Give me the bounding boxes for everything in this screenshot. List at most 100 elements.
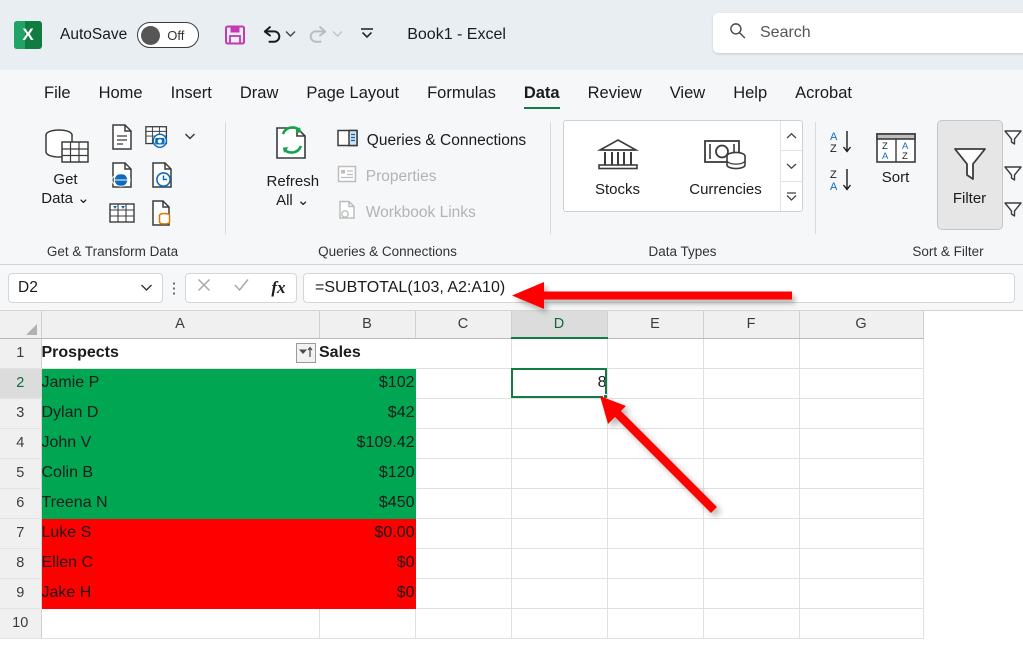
clear-filter-button[interactable]: [1003, 128, 1023, 151]
search-box[interactable]: Search: [713, 13, 1023, 53]
row-header-9[interactable]: 9: [0, 578, 42, 609]
sort-button[interactable]: Z A A Z Sort: [866, 118, 926, 187]
cell-a7[interactable]: Luke S: [41, 518, 320, 549]
filter-sorted-ascending-icon[interactable]: [296, 342, 316, 363]
select-all-corner[interactable]: [0, 311, 42, 339]
cell-d2[interactable]: 8: [511, 368, 608, 399]
cell-a5[interactable]: Colin B: [41, 458, 320, 489]
cell-e8[interactable]: [607, 548, 704, 579]
stocks-button[interactable]: Stocks: [564, 121, 672, 211]
cell-d3[interactable]: [511, 398, 608, 429]
column-header-b[interactable]: B: [319, 311, 416, 339]
customize-quick-access-toolbar-button[interactable]: [357, 26, 377, 45]
cancel-icon[interactable]: [196, 277, 212, 298]
cell-c10[interactable]: [415, 608, 512, 639]
cell-c6[interactable]: [415, 488, 512, 519]
redo-button[interactable]: [300, 18, 336, 52]
tab-data[interactable]: Data: [510, 84, 574, 112]
scroll-up-button[interactable]: [781, 121, 802, 150]
cell-e1[interactable]: [607, 338, 704, 369]
cell-f10[interactable]: [703, 608, 800, 639]
cell-c9[interactable]: [415, 578, 512, 609]
cell-c1[interactable]: [415, 338, 512, 369]
tab-file[interactable]: File: [30, 84, 85, 112]
autosave-toggle[interactable]: Off: [137, 22, 200, 48]
reapply-filter-button[interactable]: [1003, 164, 1023, 187]
cell-e4[interactable]: [607, 428, 704, 459]
recent-sources-button[interactable]: [146, 159, 178, 191]
cell-f6[interactable]: [703, 488, 800, 519]
row-header-1[interactable]: 1: [0, 338, 42, 369]
scroll-down-button[interactable]: [780, 150, 802, 180]
cell-g8[interactable]: [799, 548, 924, 579]
fill-handle[interactable]: [602, 393, 606, 397]
cell-b2[interactable]: $102: [319, 368, 416, 399]
cell-g4[interactable]: [799, 428, 924, 459]
tab-draw[interactable]: Draw: [226, 84, 293, 112]
filter-button[interactable]: Filter: [936, 120, 1003, 230]
tab-home[interactable]: Home: [85, 84, 157, 112]
cell-c7[interactable]: [415, 518, 512, 549]
save-button[interactable]: [217, 18, 253, 52]
from-table-range-button[interactable]: [106, 197, 138, 229]
cell-f3[interactable]: [703, 398, 800, 429]
row-header-3[interactable]: 3: [0, 398, 42, 429]
formula-bar-more-options[interactable]: ⋮: [163, 279, 185, 297]
cell-a3[interactable]: Dylan D: [41, 398, 320, 429]
cell-g5[interactable]: [799, 458, 924, 489]
cell-e9[interactable]: [607, 578, 704, 609]
enter-icon[interactable]: [233, 277, 250, 298]
cell-a2[interactable]: Jamie P: [41, 368, 320, 399]
advanced-filter-button[interactable]: [1003, 200, 1023, 223]
row-header-8[interactable]: 8: [0, 548, 42, 579]
existing-connections-button[interactable]: [146, 197, 178, 229]
cell-g10[interactable]: [799, 608, 924, 639]
cell-g7[interactable]: [799, 518, 924, 549]
tab-help[interactable]: Help: [719, 84, 781, 112]
row-header-5[interactable]: 5: [0, 458, 42, 489]
cell-c8[interactable]: [415, 548, 512, 579]
row-header-6[interactable]: 6: [0, 488, 42, 519]
cell-d4[interactable]: [511, 428, 608, 459]
row-header-7[interactable]: 7: [0, 518, 42, 549]
cell-b3[interactable]: $42: [319, 398, 416, 429]
cell-a10[interactable]: [41, 608, 320, 639]
cell-e2[interactable]: [607, 368, 704, 399]
get-data-more-chevron[interactable]: [184, 128, 196, 146]
cell-e7[interactable]: [607, 518, 704, 549]
cell-f5[interactable]: [703, 458, 800, 489]
row-header-2[interactable]: 2: [0, 368, 42, 399]
cell-a8[interactable]: Ellen C: [41, 548, 320, 579]
sort-descending-button[interactable]: Z A: [822, 164, 866, 196]
cell-f7[interactable]: [703, 518, 800, 549]
cell-d6[interactable]: [511, 488, 608, 519]
cell-g3[interactable]: [799, 398, 924, 429]
cell-e6[interactable]: [607, 488, 704, 519]
column-header-c[interactable]: C: [415, 311, 512, 339]
cell-f2[interactable]: [703, 368, 800, 399]
cell-d5[interactable]: [511, 458, 608, 489]
cell-b8[interactable]: $0: [319, 548, 416, 579]
tab-acrobat[interactable]: Acrobat: [781, 84, 866, 112]
get-data-button[interactable]: Get Data ⌄: [30, 118, 102, 208]
cell-f8[interactable]: [703, 548, 800, 579]
column-header-f[interactable]: F: [703, 311, 800, 339]
more-data-types-button[interactable]: [780, 180, 802, 211]
cell-d9[interactable]: [511, 578, 608, 609]
row-header-4[interactable]: 4: [0, 428, 42, 459]
cell-b6[interactable]: $450: [319, 488, 416, 519]
cell-f9[interactable]: [703, 578, 800, 609]
cell-d10[interactable]: [511, 608, 608, 639]
cell-c5[interactable]: [415, 458, 512, 489]
cell-a4[interactable]: John V: [41, 428, 320, 459]
cell-b4[interactable]: $109.42: [319, 428, 416, 459]
formula-input[interactable]: =SUBTOTAL(103, A2:A10): [303, 272, 1015, 303]
cell-e5[interactable]: [607, 458, 704, 489]
cell-a6[interactable]: Treena N: [41, 488, 320, 519]
cell-a9[interactable]: Jake H: [41, 578, 320, 609]
cell-g6[interactable]: [799, 488, 924, 519]
cell-f4[interactable]: [703, 428, 800, 459]
cell-a1[interactable]: Prospects: [41, 338, 319, 369]
queries-connections-button[interactable]: Queries & Connections: [333, 124, 530, 157]
tab-review[interactable]: Review: [574, 84, 656, 112]
